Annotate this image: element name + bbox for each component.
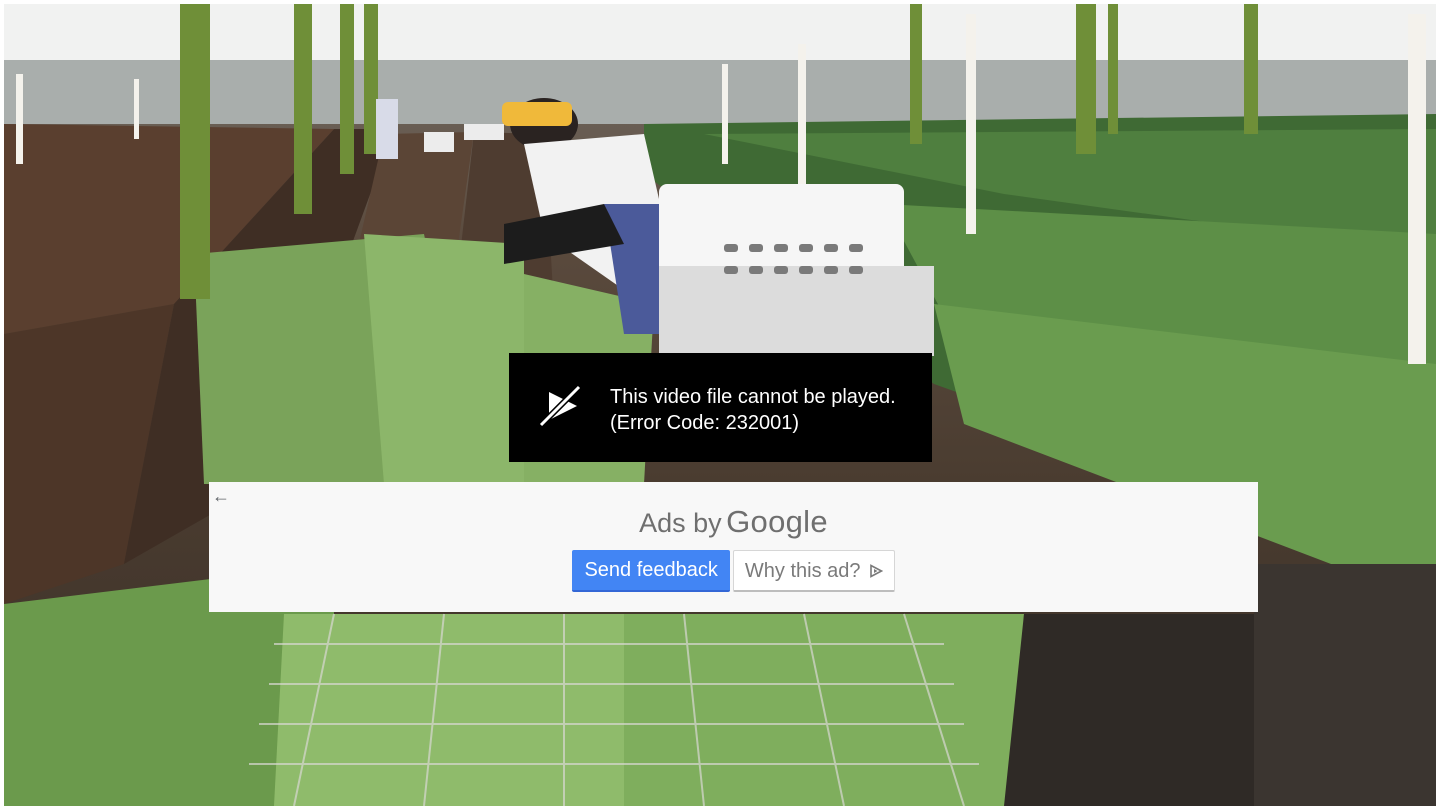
video-unavailable-icon — [537, 383, 583, 429]
ads-by-google-label: Ads by Google — [209, 504, 1258, 540]
why-this-ad-label: Why this ad? — [744, 559, 861, 582]
video-player[interactable]: This video file cannot be played. (Error… — [0, 0, 1442, 808]
ads-feedback-panel: ← Ads by Google Send feedback Why this a… — [209, 482, 1258, 612]
video-error-overlay: This video file cannot be played. (Error… — [509, 353, 932, 462]
ad-action-buttons: Send feedback Why this ad? — [209, 550, 1258, 592]
google-wordmark: Google — [726, 504, 828, 539]
why-this-ad-button[interactable]: Why this ad? — [732, 550, 895, 592]
error-message: This video file cannot be played. (Error… — [610, 384, 896, 436]
error-message-line: This video file cannot be played. — [610, 386, 896, 408]
adchoices-triangle-icon — [869, 553, 883, 578]
send-feedback-button[interactable]: Send feedback — [572, 550, 730, 592]
ads-by-prefix: Ads by — [639, 508, 722, 538]
error-code-line: (Error Code: 232001) — [610, 412, 799, 434]
arrow-left-icon[interactable]: ← — [211, 486, 231, 506]
